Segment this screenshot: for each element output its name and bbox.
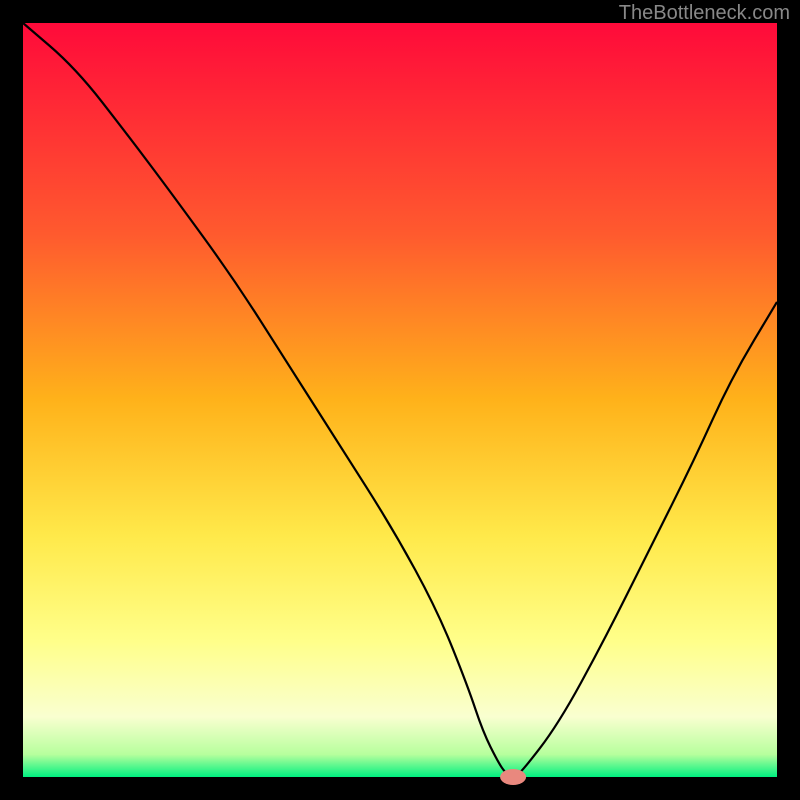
plot-background bbox=[23, 23, 777, 777]
bottleneck-chart bbox=[0, 0, 800, 800]
watermark-text: TheBottleneck.com bbox=[619, 2, 790, 25]
chart-frame: TheBottleneck.com bbox=[0, 0, 800, 800]
optimal-point-marker bbox=[500, 769, 526, 785]
